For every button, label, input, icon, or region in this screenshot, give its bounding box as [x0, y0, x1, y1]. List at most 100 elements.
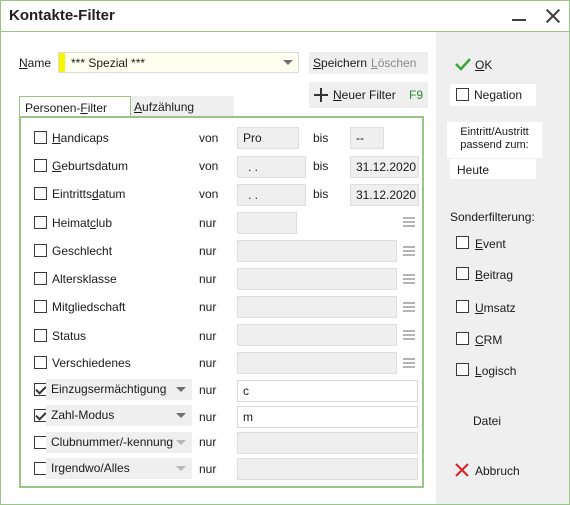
verschiedenes-input[interactable] — [237, 352, 397, 374]
new-filter-label: Neuer Filter — [333, 88, 396, 102]
geburtsdatum-op: von — [199, 159, 219, 173]
new-filter-shortcut: F9 — [409, 88, 424, 102]
geburtsdatum-to-label: bis — [313, 159, 329, 173]
mitgliedschaft-label: Mitgliedschaft — [52, 300, 126, 314]
handicaps-op: von — [199, 131, 219, 145]
combo-label: Einzugsermächtigung — [51, 382, 167, 396]
chevron-down-icon — [176, 387, 186, 392]
combo-label: Irgendwo/Alles — [51, 461, 130, 475]
geburtsdatum-from-input[interactable]: . . — [237, 156, 306, 178]
negation-checkbox[interactable] — [456, 88, 469, 101]
handicaps-from-input[interactable]: Pro — [237, 127, 299, 149]
name-value: *** Spezial *** — [71, 56, 146, 70]
mitgliedschaft-checkbox[interactable] — [34, 300, 47, 313]
check-icon — [455, 58, 471, 71]
handicaps-label: Handicaps — [52, 131, 109, 145]
altersklasse-checkbox[interactable] — [34, 272, 47, 285]
status-input[interactable] — [237, 324, 397, 346]
status-checkbox[interactable] — [34, 329, 47, 342]
event-checkbox[interactable] — [456, 236, 469, 249]
eintrittsdatum-label: Eintrittsdatum — [52, 187, 126, 201]
einzugsermaechtigung-op: nur — [199, 383, 217, 397]
crm-label: CRM — [475, 333, 503, 347]
combo-label: Clubnummer/-kennung — [51, 435, 174, 449]
geschlecht-label: Geschlecht — [52, 244, 113, 258]
geburtsdatum-to-input[interactable]: 31.12.2020 — [350, 156, 419, 178]
zahl-modus-combobox[interactable]: Zahl-Modus — [46, 405, 192, 426]
altersklasse-op: nur — [199, 272, 217, 286]
status-op: nur — [199, 329, 217, 343]
close-icon[interactable] — [541, 5, 565, 27]
eintrittsdatum-from-input[interactable]: . . — [237, 184, 306, 206]
eintrittsdatum-op: von — [199, 187, 219, 201]
handicaps-to-label: bis — [313, 131, 329, 145]
ok-button[interactable]: OK — [475, 58, 492, 72]
combo-label: Zahl-Modus — [51, 408, 115, 422]
eintrittsdatum-to-label: bis — [313, 187, 329, 201]
list-menu-icon[interactable] — [403, 302, 415, 312]
entry-exit-label: Eintritt/Austritt passend zum: — [460, 126, 529, 151]
heimatclub-input[interactable] — [237, 212, 297, 234]
kontakte-filter-window: Kontakte-Filter Name *** Spezial *** Spe… — [0, 0, 570, 505]
tab-personen-filter[interactable]: Personen-Filter — [19, 96, 131, 118]
logisch-label: Logisch — [475, 364, 517, 378]
status-label: Status — [52, 329, 87, 343]
beitrag-checkbox[interactable] — [456, 267, 469, 280]
altersklasse-label: Altersklasse — [52, 272, 117, 286]
einzugsermaechtigung-combobox[interactable]: Einzugsermächtigung — [46, 379, 192, 400]
list-menu-icon[interactable] — [403, 330, 415, 340]
entry-exit-value: Heute — [457, 163, 490, 177]
list-menu-icon[interactable] — [403, 274, 415, 284]
window-title: Kontakte-Filter — [9, 7, 115, 24]
handicaps-to-input[interactable]: -- — [350, 127, 384, 149]
irgendwo-combobox[interactable]: Irgendwo/Alles — [46, 458, 192, 479]
geburtsdatum-label: Geburtsdatum — [52, 159, 129, 173]
zahl-modus-input[interactable]: m — [237, 406, 418, 428]
list-menu-icon[interactable] — [403, 217, 415, 227]
clubnummer-input[interactable] — [237, 432, 418, 454]
logisch-checkbox[interactable] — [456, 363, 469, 376]
name-label: Name — [19, 56, 52, 70]
clubnummer-combobox[interactable]: Clubnummer/-kennung — [46, 432, 192, 453]
minimize-icon[interactable] — [507, 5, 531, 27]
mitgliedschaft-input[interactable] — [237, 296, 397, 318]
umsatz-checkbox[interactable] — [456, 300, 469, 313]
chevron-down-icon[interactable] — [283, 60, 293, 65]
eintrittsdatum-checkbox[interactable] — [34, 187, 47, 200]
irgendwo-op: nur — [199, 462, 217, 476]
eintrittsdatum-to-input[interactable]: 31.12.2020 — [350, 184, 419, 206]
crm-checkbox[interactable] — [456, 332, 469, 345]
einzugsermaechtigung-input[interactable]: c — [237, 380, 418, 402]
plus-icon — [314, 88, 328, 102]
verschiedenes-label: Verschiedenes — [52, 356, 131, 370]
zahl-modus-op: nur — [199, 410, 217, 424]
save-button[interactable]: Speichern — [313, 56, 367, 70]
tab-aufzaehlung[interactable]: Aufzählung — [131, 96, 234, 118]
handicaps-checkbox[interactable] — [34, 131, 47, 144]
event-label: Event — [475, 237, 506, 251]
file-button[interactable]: Datei — [473, 414, 501, 428]
heimatclub-op: nur — [199, 216, 217, 230]
cancel-button[interactable]: Abbruch — [475, 464, 520, 478]
negation-label: Negation — [474, 88, 523, 102]
chevron-down-icon — [176, 440, 186, 445]
umsatz-label: Umsatz — [475, 301, 516, 315]
clubnummer-op: nur — [199, 435, 217, 449]
list-menu-icon[interactable] — [403, 246, 415, 256]
geschlecht-input[interactable] — [237, 240, 397, 262]
beitrag-label: Beitrag — [475, 268, 514, 282]
geschlecht-checkbox[interactable] — [34, 244, 47, 257]
altersklasse-input[interactable] — [237, 268, 397, 290]
name-combobox[interactable]: *** Spezial *** — [58, 52, 299, 73]
verschiedenes-checkbox[interactable] — [34, 356, 47, 369]
list-menu-icon[interactable] — [403, 358, 415, 368]
title-bar: Kontakte-Filter — [1, 1, 569, 31]
geburtsdatum-checkbox[interactable] — [34, 159, 47, 172]
delete-button[interactable]: Löschen — [371, 56, 416, 70]
chevron-down-icon — [176, 466, 186, 471]
special-filter-label: Sonderfilterung: — [450, 210, 535, 224]
irgendwo-input[interactable] — [237, 458, 418, 480]
heimatclub-checkbox[interactable] — [34, 216, 47, 229]
cancel-x-icon — [455, 463, 469, 477]
verschiedenes-op: nur — [199, 356, 217, 370]
